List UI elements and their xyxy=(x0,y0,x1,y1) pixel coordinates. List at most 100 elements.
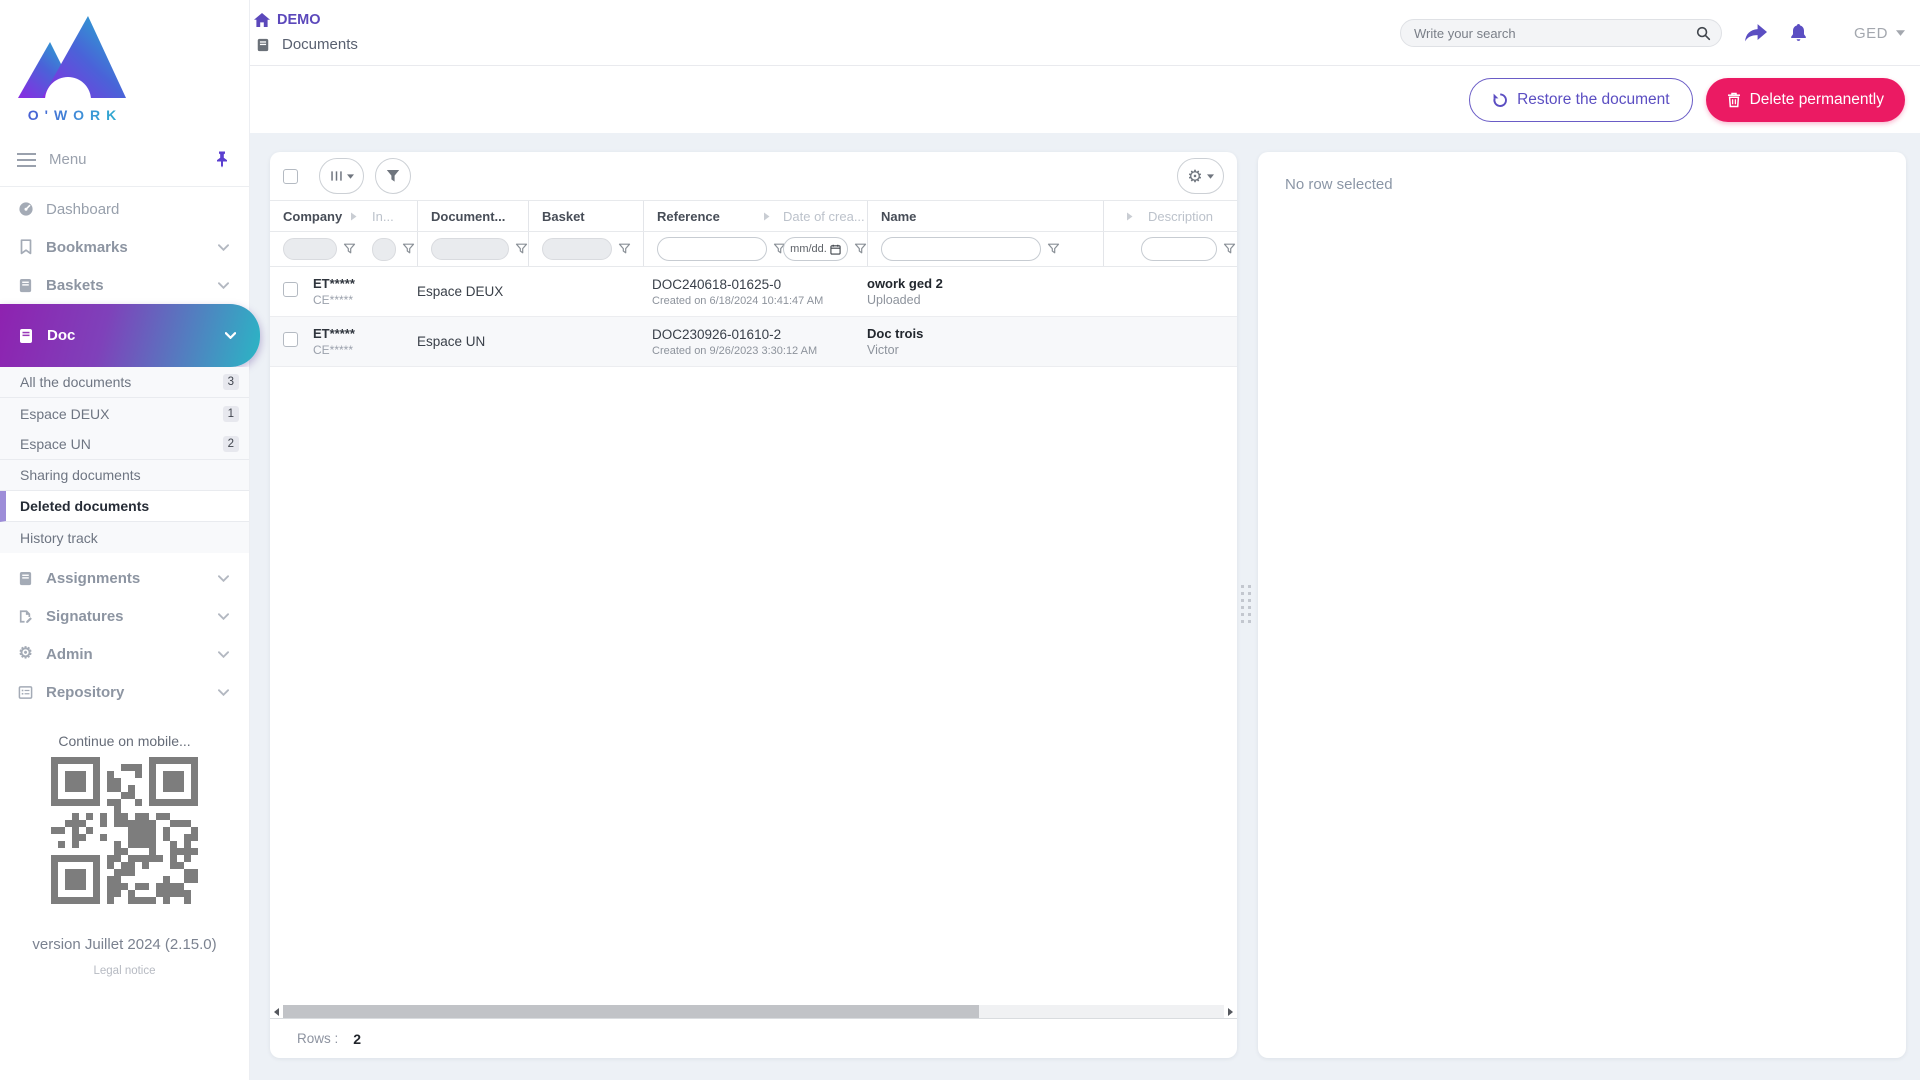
expand-arrow-icon[interactable] xyxy=(1126,212,1133,221)
in-filter-select[interactable] xyxy=(372,237,396,261)
funnel-icon[interactable] xyxy=(402,243,415,255)
pin-sidebar-icon[interactable] xyxy=(215,151,229,168)
column-header-in[interactable]: In... xyxy=(362,201,417,231)
funnel-icon[interactable] xyxy=(1223,243,1236,255)
funnel-icon[interactable] xyxy=(618,243,631,255)
scroll-right-icon xyxy=(1228,1007,1233,1016)
column-header-basket[interactable]: Basket xyxy=(528,201,643,231)
restore-document-button[interactable]: Restore the document xyxy=(1469,77,1693,122)
column-label: Document... xyxy=(431,208,506,224)
breadcrumb-home[interactable]: DEMO xyxy=(254,12,358,28)
document-filter-select[interactable] xyxy=(431,238,509,260)
document-status: Uploaded xyxy=(867,293,921,307)
sidebar-item-deleted-documents[interactable]: Deleted documents xyxy=(0,491,249,522)
sidebar-item-assignments[interactable]: Assignments xyxy=(0,559,249,597)
chevron-down-icon xyxy=(218,612,229,620)
basket-filter-select[interactable] xyxy=(542,238,612,260)
chevron-down-icon xyxy=(218,650,229,658)
sidebar-item-history-track[interactable]: History track xyxy=(0,522,249,553)
breadcrumb-home-label: DEMO xyxy=(277,12,321,28)
table-row[interactable]: ET***** CE***** Espace DEUX w DOC240618-… xyxy=(270,267,1237,317)
grid-footer: Rows : 2 xyxy=(270,1018,1237,1058)
columns-icon xyxy=(330,171,342,181)
grid-header-row: Company In... Document... Basket Referen… xyxy=(270,200,1237,232)
sidebar-item-espace-deux[interactable]: Espace DEUX 1 xyxy=(0,398,249,429)
sidebar-item-sharing-documents[interactable]: Sharing documents xyxy=(0,460,249,491)
filter-cell-reference xyxy=(643,232,786,266)
doc-submenu: All the documents 3 Espace DEUX 1 Espace… xyxy=(0,367,249,553)
company-code: ET***** xyxy=(313,326,355,341)
grid-toolbar: ⚙ xyxy=(270,152,1237,200)
book-icon xyxy=(17,571,34,586)
table-row[interactable]: ET***** CE***** Espace UN DOC230926-0161… xyxy=(270,317,1237,367)
funnel-icon[interactable] xyxy=(515,243,528,255)
filter-cell-in xyxy=(362,232,417,266)
book-icon xyxy=(17,278,34,293)
sidebar-item-bookmarks[interactable]: Bookmarks xyxy=(0,228,249,266)
filters-toggle-button[interactable] xyxy=(375,158,411,194)
sidebar-item-doc-active[interactable]: Doc xyxy=(0,304,260,367)
sidebar-item-label: Admin xyxy=(46,645,93,663)
horizontal-scrollbar xyxy=(270,1005,1237,1018)
column-header-company[interactable]: Company xyxy=(283,201,362,231)
legal-notice-link[interactable]: Legal notice xyxy=(0,965,249,977)
calendar-icon[interactable] xyxy=(830,244,841,255)
grid-settings-button[interactable]: ⚙ xyxy=(1177,158,1224,194)
company-filter-select[interactable] xyxy=(283,238,337,260)
panel-resize-handle[interactable] xyxy=(1241,585,1254,631)
sidebar-subitem-label: Espace UN xyxy=(20,436,91,452)
funnel-icon[interactable] xyxy=(1047,243,1060,255)
sidebar-item-baskets[interactable]: Baskets xyxy=(0,266,249,304)
column-header-date[interactable]: Date of crea... xyxy=(775,201,867,231)
column-header-name[interactable]: Name xyxy=(867,201,1103,231)
sidebar-item-espace-un[interactable]: Espace UN 2 xyxy=(0,429,249,460)
hamburger-menu-icon[interactable] xyxy=(17,152,36,167)
columns-visibility-button[interactable] xyxy=(319,158,364,194)
column-header-description[interactable]: Description xyxy=(1103,201,1237,231)
sidebar-item-signatures[interactable]: Signatures xyxy=(0,597,249,635)
document-name: owork ged 2 xyxy=(867,276,943,291)
bookmark-icon xyxy=(17,239,34,255)
scroll-left-button[interactable] xyxy=(270,1005,283,1018)
scroll-right-button[interactable] xyxy=(1224,1005,1237,1018)
reference-id: DOC230926-01610-2 xyxy=(652,326,782,342)
reference-filter-input[interactable] xyxy=(657,237,767,261)
workspace-switcher[interactable]: GED xyxy=(1854,25,1905,42)
created-date: Created on 6/18/2024 10:41:47 AM xyxy=(652,294,824,307)
share-icon[interactable] xyxy=(1744,23,1767,43)
select-all-checkbox[interactable] xyxy=(283,168,298,184)
funnel-icon[interactable] xyxy=(854,243,867,255)
global-search xyxy=(1399,19,1722,47)
row-checkbox[interactable] xyxy=(283,331,298,347)
sidebar-item-admin[interactable]: ⚙ Admin xyxy=(0,635,249,673)
column-header-reference[interactable]: Reference xyxy=(643,201,775,231)
sidebar-item-repository[interactable]: Repository xyxy=(0,673,249,711)
rows-count-value: 2 xyxy=(353,1030,362,1047)
signature-icon xyxy=(17,609,34,624)
expand-arrow-icon[interactable] xyxy=(763,212,770,221)
notifications-bell-icon[interactable] xyxy=(1789,24,1808,42)
row-select-cell xyxy=(283,281,313,302)
search-icon[interactable] xyxy=(1696,26,1711,41)
search-input[interactable] xyxy=(1413,25,1696,41)
qr-code xyxy=(51,757,198,904)
sidebar-item-dashboard[interactable]: Dashboard xyxy=(0,190,249,228)
version-label: version Juillet 2024 (2.15.0) xyxy=(32,936,217,953)
delete-permanently-button[interactable]: Delete permanently xyxy=(1705,77,1905,122)
scrollbar-thumb[interactable] xyxy=(283,1005,980,1018)
expand-arrow-icon[interactable] xyxy=(350,212,357,221)
row-checkbox[interactable] xyxy=(283,281,298,297)
sidebar-item-all-documents[interactable]: All the documents 3 xyxy=(0,367,249,398)
company-cell: ET***** CE***** xyxy=(313,326,362,357)
mobile-hint-label: Continue on mobile... xyxy=(58,733,191,749)
funnel-icon[interactable] xyxy=(343,243,356,255)
column-header-document[interactable]: Document... xyxy=(417,201,528,231)
sidebar-subitem-label: All the documents xyxy=(20,374,132,390)
sidebar-item-label: Repository xyxy=(46,683,125,701)
date-filter-input[interactable]: mm/dd. xyxy=(783,237,848,261)
name-filter-input[interactable] xyxy=(881,237,1041,261)
scrollbar-track[interactable] xyxy=(283,1005,1224,1018)
count-badge: 1 xyxy=(222,405,239,422)
dashboard-icon xyxy=(17,201,34,217)
description-filter-input[interactable] xyxy=(1141,237,1217,261)
